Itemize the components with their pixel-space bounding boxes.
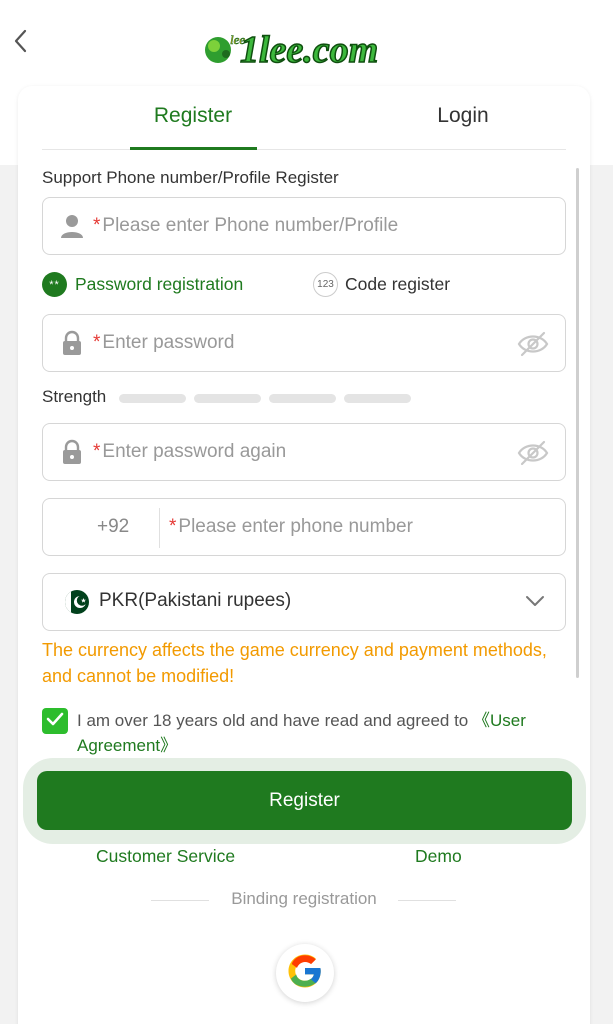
password-placeholder: Enter password — [102, 332, 235, 353]
password-again-placeholder: Enter password again — [102, 441, 287, 462]
required-mark: * — [93, 215, 101, 236]
checkmark-icon — [46, 712, 64, 731]
google-login-button[interactable] — [276, 944, 334, 1002]
currency-warning: The currency affects the game currency a… — [42, 640, 547, 686]
tab-register[interactable]: Register — [128, 104, 258, 128]
strength-segment — [269, 394, 336, 403]
active-tab-indicator — [130, 147, 257, 150]
required-mark: * — [93, 441, 101, 462]
code-mode-badge: 123 — [313, 272, 338, 297]
divider — [159, 508, 160, 548]
register-card: Register Login Support Phone number/Prof… — [18, 86, 590, 1024]
eye-off-icon[interactable] — [517, 439, 549, 467]
account-label: Support Phone number/Profile Register — [42, 168, 339, 187]
currency-value: PKR(Pakistani rupees) — [99, 590, 292, 611]
binding-registration-label: Binding registration — [231, 889, 377, 908]
pakistan-flag-icon — [65, 590, 89, 614]
google-icon — [287, 953, 323, 994]
eye-off-icon[interactable] — [517, 330, 549, 358]
strength-segment — [119, 394, 186, 403]
phone-placeholder: Please enter phone number — [178, 516, 413, 537]
tab-login[interactable]: Login — [398, 104, 528, 128]
code-register-label: Code register — [345, 274, 451, 294]
password-input[interactable]: * Enter password — [42, 314, 566, 372]
agreement-text: I am over 18 years old and have read and… — [77, 708, 577, 758]
site-logo: lee 1lee.com — [200, 18, 410, 72]
back-arrow-icon[interactable] — [8, 26, 32, 56]
customer-service-link[interactable]: Customer Service — [96, 846, 235, 867]
strength-segment — [194, 394, 261, 403]
country-code[interactable]: +92 — [97, 516, 129, 538]
strength-label: Strength — [42, 387, 107, 406]
strength-segment — [344, 394, 411, 403]
agreement-statement: I am over 18 years old and have read and… — [77, 711, 473, 730]
logo-text: 1lee.com — [240, 29, 378, 70]
lock-icon — [59, 439, 85, 465]
required-mark: * — [93, 332, 101, 353]
divider-right — [398, 900, 456, 901]
lock-icon — [59, 330, 85, 356]
account-input[interactable]: * Please enter Phone number/Profile — [42, 197, 566, 255]
currency-select[interactable]: PKR(Pakistani rupees) — [42, 573, 566, 631]
account-placeholder: Please enter Phone number/Profile — [102, 215, 399, 236]
user-icon — [59, 213, 85, 239]
code-register-option[interactable]: 123 Code register — [313, 272, 450, 297]
auth-tabs: Register Login — [42, 86, 566, 150]
password-mode-badge: ** — [42, 272, 67, 297]
password-registration-label: Password registration — [75, 274, 244, 294]
required-mark: * — [169, 516, 177, 537]
agreement-checkbox[interactable] — [42, 708, 68, 734]
chevron-down-icon — [525, 594, 545, 608]
register-button[interactable]: Register — [37, 771, 572, 830]
password-again-input[interactable]: * Enter password again — [42, 423, 566, 481]
phone-input[interactable]: +92 * Please enter phone number — [42, 498, 566, 556]
password-registration-option[interactable]: ** Password registration — [42, 272, 243, 297]
scrollbar[interactable] — [576, 168, 579, 678]
demo-link[interactable]: Demo — [415, 846, 462, 867]
